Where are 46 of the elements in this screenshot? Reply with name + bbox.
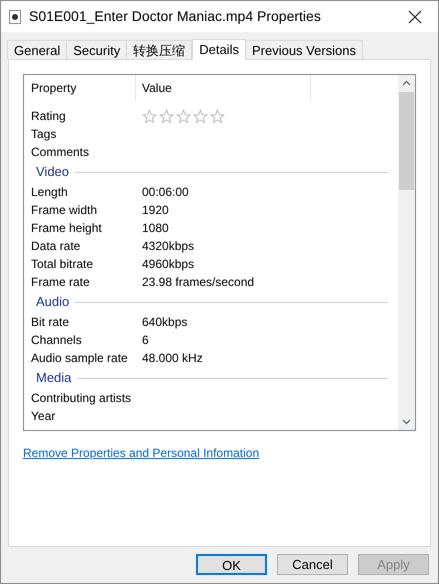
tab[interactable]: Previous Versions [244, 40, 364, 59]
scrollbar[interactable] [398, 75, 415, 430]
star-icon [210, 108, 225, 124]
tab[interactable]: Details [192, 39, 246, 60]
property-name: Total bitrate [30, 256, 94, 273]
group-heading: Audio [36, 293, 70, 312]
property-value: 640kbps [141, 314, 188, 331]
window-title: S01E001_Enter Doctor Maniac.mp4 Properties [29, 7, 321, 26]
property-name: Channels [30, 332, 83, 349]
column-header[interactable]: Value [136, 75, 311, 101]
column-header[interactable]: Property [24, 75, 136, 101]
star-icon [142, 108, 157, 124]
star-icon [176, 108, 191, 124]
video-file-icon [9, 10, 21, 24]
property-name: Year [30, 408, 56, 425]
property-name: Frame rate [30, 274, 91, 291]
property-name: Frame height [30, 220, 103, 237]
dialog-button[interactable]: OK [196, 554, 267, 575]
property-name: Comments [30, 144, 90, 161]
property-name: Contributing artists [30, 390, 132, 407]
remove-properties-link[interactable]: Remove Properties and Personal Infomation [23, 446, 260, 460]
property-value: 6 [141, 332, 149, 349]
star-icon [159, 108, 174, 124]
close-icon [408, 10, 422, 24]
property-name: Frame width [30, 202, 98, 219]
group-heading: Video [36, 163, 70, 182]
property-value: 48.000 kHz [141, 350, 203, 367]
dialog-button[interactable]: Cancel [277, 554, 348, 575]
tab[interactable]: General [7, 40, 68, 59]
tab[interactable]: Security [66, 40, 128, 59]
property-name: Tags [30, 126, 58, 143]
property-name: Rating [30, 108, 67, 125]
group-heading: Media [36, 369, 72, 388]
property-value: 1920 [141, 202, 169, 219]
property-value: 4960kbps [141, 256, 194, 273]
property-value: 4320kbps [141, 238, 194, 255]
property-value: 00:06:00 [141, 184, 189, 201]
property-value: 23.98 frames/second [141, 274, 254, 291]
property-name: Length [30, 184, 69, 201]
scrollbar-thumb[interactable] [399, 92, 414, 190]
property-name: Data rate [30, 238, 82, 255]
property-name: Audio sample rate [30, 350, 129, 367]
tab[interactable]: 转换压缩 [126, 40, 192, 59]
property-value: 1080 [141, 220, 169, 237]
property-name: Bit rate [30, 314, 70, 331]
star-icon [193, 108, 208, 124]
